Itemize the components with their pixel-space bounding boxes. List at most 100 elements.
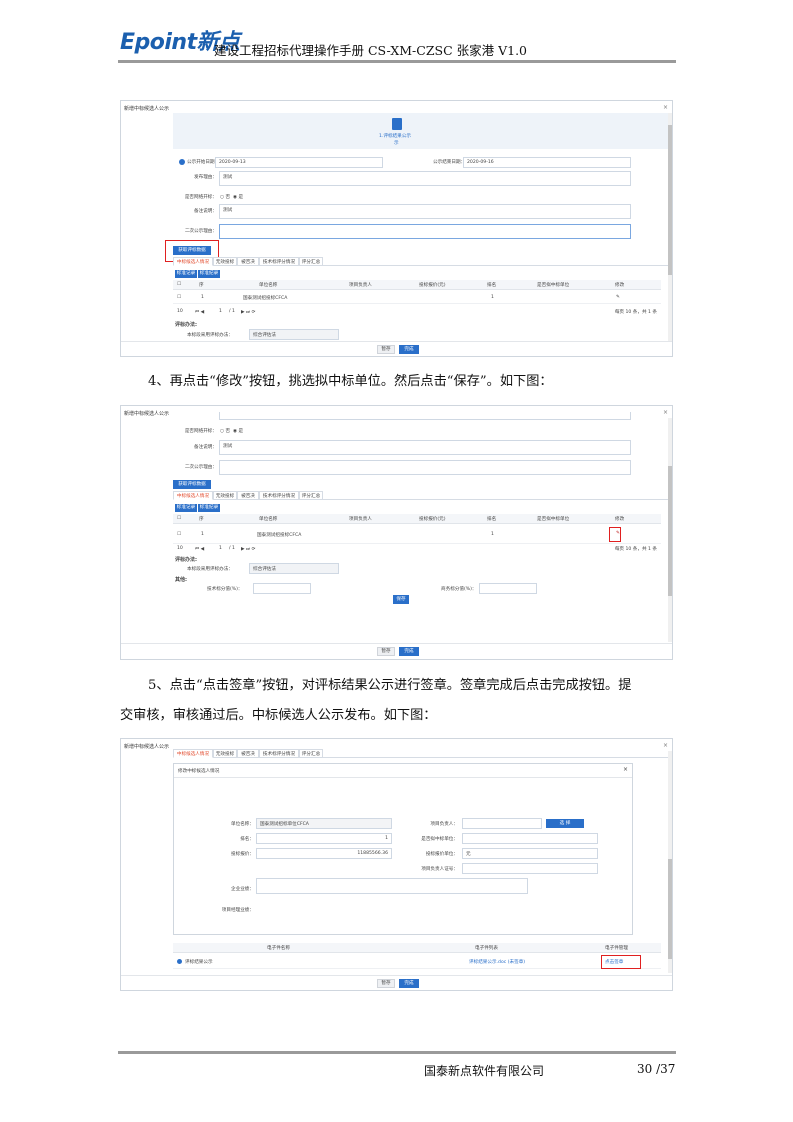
save-button[interactable]: 保存 — [393, 595, 409, 604]
second-reason-input[interactable] — [219, 460, 631, 475]
winner-input[interactable] — [462, 833, 598, 844]
scrollbar-thumb[interactable] — [668, 859, 672, 959]
tech-score-input[interactable] — [253, 583, 311, 594]
file-table-header: 电子件名称 电子件列表 电子件管理 — [173, 943, 661, 953]
rank-input[interactable]: 1 — [256, 833, 392, 844]
footer-company: 国泰新点软件有限公司 — [424, 1064, 545, 1078]
row-checkbox[interactable]: ☐ — [177, 295, 181, 300]
method-field-label: 本标段采用评标办法： — [187, 333, 233, 338]
page-size-select[interactable]: 10 — [177, 309, 183, 314]
tab-tech-score[interactable]: 技术标评分情况 — [259, 749, 299, 758]
radio-no[interactable]: ○ 否 — [220, 428, 230, 434]
tab-candidates[interactable]: 中标候选人情况 — [173, 491, 213, 500]
tab-tech-score[interactable]: 技术标评分情况 — [259, 257, 299, 266]
edit-pencil-icon[interactable]: ✎ — [616, 295, 620, 300]
price-value: 11885566.36 — [357, 851, 388, 856]
price-input[interactable]: 11885566.36 — [256, 848, 392, 859]
file-info-icon — [177, 959, 182, 964]
radio-yes[interactable]: ◉ 是 — [233, 428, 243, 434]
pm-label: 项目负责人： — [430, 822, 458, 827]
tab-invalid[interactable]: 无效投标 — [213, 749, 237, 758]
unit-name-input[interactable]: 国泰测试招标单位CFCA — [256, 818, 392, 829]
dialog-title: 新增中标候选人公示 — [124, 106, 170, 112]
screenshot-step3: 新增中标候选人公示 × 1.评标结果公示 示 公示开始日期： 2020-09-1… — [120, 100, 673, 357]
reason-input[interactable]: 测试 — [219, 171, 631, 186]
step5-instruction-line2: 交审核，审核通过后。中标候选人公示发布。如下图： — [120, 708, 437, 723]
sub-button-1[interactable]: 标准记录 — [175, 270, 197, 278]
col-checkbox[interactable]: ☐ — [177, 516, 181, 521]
close-icon[interactable]: × — [663, 409, 668, 416]
col-pm: 项目负责人 — [349, 283, 372, 288]
select-pm-button[interactable]: 选 择 — [546, 819, 584, 828]
col-edit: 修改 — [615, 517, 625, 522]
cert-input[interactable] — [462, 863, 598, 874]
row-unit: 国泰测试招投标CFCA — [257, 533, 302, 538]
dialog-title: 新增中标候选人公示 — [124, 411, 170, 417]
sub-button-2[interactable]: 标准纪录 — [198, 270, 220, 278]
tab-summary[interactable]: 评分汇总 — [299, 257, 323, 266]
radio-yes[interactable]: ◉ 是 — [233, 194, 243, 200]
tab-rejected[interactable]: 被否决 — [237, 257, 259, 266]
price-label: 投标报价： — [231, 852, 254, 857]
biz-score-input[interactable] — [479, 583, 537, 594]
cert-label: 项目负责人证号： — [421, 867, 458, 872]
modal-close-icon[interactable]: × — [623, 766, 628, 773]
highlight-edit — [609, 527, 621, 542]
step-label: 1.评标结果公示 — [379, 134, 411, 139]
scrollbar-thumb[interactable] — [668, 125, 672, 275]
sub-button-1[interactable]: 标准记录 — [175, 504, 197, 512]
save-draft-button[interactable]: 暂存 — [377, 647, 395, 656]
close-icon[interactable]: × — [663, 742, 668, 749]
screenshot-step5: 新增中标候选人公示 × 中标候选人情况 无效投标 被否决 技术标评分情况 评分汇… — [120, 738, 673, 991]
tab-bar: 中标候选人情况 无效投标 被否决 技术标评分情况 评分汇总 — [173, 749, 669, 758]
bid-unit-input[interactable]: 元 — [462, 848, 598, 859]
row-checkbox[interactable]: ☐ — [177, 532, 181, 537]
tab-summary[interactable]: 评分汇总 — [299, 491, 323, 500]
tab-candidates[interactable]: 中标候选人情况 — [173, 257, 213, 266]
page-number[interactable]: 1 — [219, 309, 222, 314]
method-select[interactable]: 综合评估法 — [249, 563, 339, 574]
company-perf-input[interactable] — [256, 878, 528, 894]
method-select[interactable]: 综合评估法 — [249, 329, 339, 340]
remark-input[interactable]: 测试 — [219, 204, 631, 219]
col-checkbox[interactable]: ☐ — [177, 282, 181, 287]
finish-button[interactable]: 完成 — [399, 647, 419, 656]
end-date-input[interactable]: 2020-09-16 — [463, 157, 631, 168]
second-reason-input[interactable] — [219, 224, 631, 239]
col-rank: 排名 — [487, 517, 497, 522]
radio-no[interactable]: ○ 否 — [220, 194, 230, 200]
highlight-sign — [601, 955, 641, 969]
get-eval-data-button[interactable]: 获取评标数据 — [173, 480, 211, 489]
top-cut-input[interactable] — [219, 412, 631, 420]
table-row: ☐ 1 国泰测试招投标CFCA 1 ✎ — [173, 526, 661, 544]
finish-button[interactable]: 完成 — [399, 979, 419, 988]
start-date-input[interactable]: 2020-09-13 — [215, 157, 383, 168]
remark-value: 测试 — [223, 444, 233, 449]
file-link[interactable]: 评标结果公示.doc (未签章) — [469, 959, 525, 965]
remark-input[interactable]: 测试 — [219, 440, 631, 455]
save-draft-button[interactable]: 暂存 — [377, 979, 395, 988]
save-draft-button[interactable]: 暂存 — [377, 345, 395, 354]
page-total: / 1 — [229, 309, 235, 314]
tab-candidates[interactable]: 中标候选人情况 — [173, 749, 213, 758]
finish-button[interactable]: 完成 — [399, 345, 419, 354]
pager-next-icons[interactable]: ▶ ⏭ ⟳ — [241, 309, 255, 315]
scrollbar-thumb[interactable] — [668, 466, 672, 596]
modal-title-rule — [174, 777, 632, 778]
tab-invalid[interactable]: 无效投标 — [213, 257, 237, 266]
unit-name-label: 单位名称： — [231, 822, 254, 827]
pm-input[interactable] — [462, 818, 542, 829]
tab-invalid[interactable]: 无效投标 — [213, 491, 237, 500]
pager-nav-icons[interactable]: ⏮ ◀ — [195, 309, 204, 315]
tab-summary[interactable]: 评分汇总 — [299, 749, 323, 758]
pager-nav-icons[interactable]: ⏮ ◀ — [195, 546, 204, 552]
page-number[interactable]: 1 — [219, 546, 222, 551]
tab-rejected[interactable]: 被否决 — [237, 749, 259, 758]
tab-tech-score[interactable]: 技术标评分情况 — [259, 491, 299, 500]
pager-next-icons[interactable]: ▶ ⏭ ⟳ — [241, 546, 255, 552]
sub-button-2[interactable]: 标准纪录 — [198, 504, 220, 512]
page-size-select[interactable]: 10 — [177, 546, 183, 551]
second-reason-label: 二次公示理由： — [184, 465, 217, 470]
tab-rejected[interactable]: 被否决 — [237, 491, 259, 500]
close-icon[interactable]: × — [663, 104, 668, 111]
